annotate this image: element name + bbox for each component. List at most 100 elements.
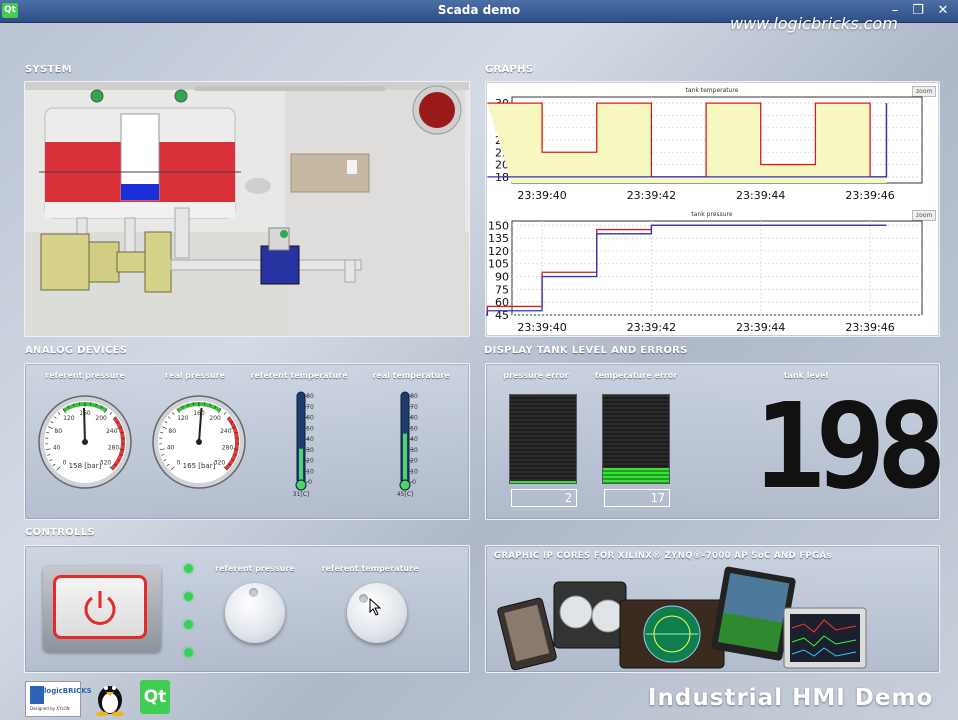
real-temperature-thermometer: 80 70 60 50 40 30 20 10 0 45[C] bbox=[397, 391, 418, 498]
pressure-chart-y-tick-label: 105 bbox=[488, 258, 509, 271]
temperature-error-label: temperature error bbox=[594, 371, 678, 380]
controls-panel: referent pressure referent temperature bbox=[24, 545, 470, 673]
temperature-chart-x-tick-label: 23:39:46 bbox=[845, 189, 894, 202]
logicbricks-logo-subtext: Designed by XYLON bbox=[30, 706, 70, 711]
real-pressure-label: real pressure bbox=[165, 371, 225, 380]
tank-valve-indicator bbox=[90, 89, 104, 103]
analog-section-title: ANALOG DEVICES bbox=[25, 345, 128, 356]
gauge-tick-label: 40 bbox=[167, 445, 175, 452]
thermometer-readout: 31[C] bbox=[293, 491, 310, 498]
logicbricks-logo: logicBRICKS Designed by XYLON bbox=[25, 681, 92, 717]
gauge-tick-label: 80 bbox=[168, 428, 176, 435]
maximize-button[interactable]: ❐ bbox=[907, 2, 929, 20]
pressure-chart-x-tick-label: 23:39:44 bbox=[736, 321, 785, 334]
analog-devices-panel: referent pressure real pressure referent… bbox=[24, 363, 470, 520]
temperature-chart-x-tick-label: 23:39:40 bbox=[517, 189, 566, 202]
promo-devices-image bbox=[497, 566, 867, 671]
demo-title: Industrial HMI Demo bbox=[648, 685, 934, 711]
temperature-error-value: 17 bbox=[604, 489, 670, 507]
thermometer-tick-label: 30 bbox=[410, 447, 418, 454]
gauge-tick-label: 240 bbox=[106, 428, 118, 435]
gauge-tick-label: 320 bbox=[214, 460, 226, 467]
pressure-chart-x-tick-label: 23:39:40 bbox=[517, 321, 566, 334]
pressure-chart-y-tick-label: 60 bbox=[495, 296, 509, 309]
thermometer-tick-label: 40 bbox=[410, 436, 418, 443]
pressure-chart-y-tick-label: 150 bbox=[488, 219, 509, 232]
pressure-error-label: pressure error bbox=[503, 371, 569, 380]
referent-temperature-thermometer: 80 70 60 50 40 30 20 10 0 31[C] bbox=[293, 391, 314, 498]
power-icon bbox=[84, 591, 116, 625]
tux-icon bbox=[96, 686, 124, 716]
thermometer-level bbox=[299, 448, 303, 482]
thermometer-tick-label: 40 bbox=[306, 436, 314, 443]
gauge-tick-label: 120 bbox=[177, 415, 189, 422]
graphs-section-title: GRAPHS bbox=[485, 64, 534, 75]
controls-section-title: CONTROLLS bbox=[25, 527, 95, 538]
gauge-hub bbox=[82, 439, 88, 445]
graphs-panel: tank temperature zoom tank pressure zoom… bbox=[485, 81, 940, 337]
status-led bbox=[184, 648, 193, 657]
pressure-chart-y-tick-label: 75 bbox=[495, 283, 509, 296]
gauge-tick-label: 80 bbox=[54, 428, 62, 435]
referent-pressure-knob[interactable] bbox=[225, 583, 285, 643]
thermometer-tick-label: 60 bbox=[306, 415, 314, 422]
thermometer-bulb bbox=[399, 479, 411, 491]
power-button[interactable] bbox=[43, 566, 161, 652]
thermometer-tick-label: 0 bbox=[412, 479, 416, 486]
gauge-tick-label: 280 bbox=[222, 445, 234, 452]
display-section-title: DISPLAY TANK LEVEL AND ERRORS bbox=[484, 345, 688, 356]
system-section-title: SYSTEM bbox=[25, 64, 73, 75]
gauge-needle bbox=[82, 407, 86, 443]
thermometer-tick-label: 30 bbox=[306, 447, 314, 454]
status-led bbox=[184, 564, 193, 573]
tank-valve-indicator bbox=[174, 89, 188, 103]
thermometer-tick-label: 50 bbox=[306, 425, 314, 432]
tank-level-display: 198 bbox=[754, 377, 947, 515]
referent-pressure-label: referent pressure bbox=[45, 371, 125, 380]
thermometer-tick-label: 20 bbox=[410, 458, 418, 465]
gauge-hub bbox=[196, 439, 202, 445]
pressure-chart-y-tick-label: 120 bbox=[488, 245, 509, 258]
alarm-light bbox=[419, 92, 455, 128]
thermometer-tick-label: 70 bbox=[306, 404, 314, 411]
logicbricks-logo-text: logicBRICKS bbox=[44, 687, 92, 695]
gauge-tick-label: 0 bbox=[63, 460, 67, 467]
gauge-readout: 158 [bar] bbox=[69, 462, 102, 470]
pressure-chart-y-tick-label: 90 bbox=[495, 271, 509, 284]
temperature-chart-x-tick-label: 23:39:44 bbox=[736, 189, 785, 202]
watermark-url: www.logicbricks.com bbox=[730, 14, 898, 33]
pump-motor bbox=[40, 233, 90, 291]
qt-logo: Qt bbox=[140, 680, 170, 714]
pressure-chart-x-tick-label: 23:39:42 bbox=[627, 321, 676, 334]
referent-temperature-knob-label: referent temperature bbox=[321, 564, 419, 573]
thermometer-tick-label: 80 bbox=[410, 393, 418, 400]
referent-temperature-label: referent temperature bbox=[250, 371, 348, 380]
gauge-tick-label: 200 bbox=[95, 415, 107, 422]
temperature-error-bar bbox=[602, 394, 670, 484]
gauge-tick-label: 280 bbox=[108, 445, 120, 452]
thermometer-tick-label: 10 bbox=[306, 468, 314, 475]
referent-pressure-gauge: 04080120160200240280320158 [bar] bbox=[38, 395, 132, 489]
gauge-tick-label: 240 bbox=[220, 428, 232, 435]
thermometer-level bbox=[403, 433, 407, 482]
status-led bbox=[184, 620, 193, 629]
pressure-error-bar bbox=[509, 394, 577, 484]
real-temperature-label: real temperature bbox=[372, 371, 450, 380]
thermometer-readout: 45[C] bbox=[397, 491, 414, 498]
pressure-chart-y-tick-label: 135 bbox=[488, 232, 509, 245]
gauge-tick-label: 160 bbox=[193, 410, 205, 417]
referent-pressure-knob-label: referent pressure bbox=[215, 564, 295, 573]
status-led bbox=[184, 592, 193, 601]
temperature-chart-x-tick-label: 23:39:42 bbox=[627, 189, 676, 202]
graphs-canvas: 3028262422201823:39:4023:39:4223:39:4423… bbox=[486, 96, 923, 334]
thermometer-tick-label: 10 bbox=[410, 468, 418, 475]
pressure-error-value: 2 bbox=[511, 489, 577, 507]
flow-meter bbox=[260, 245, 300, 285]
close-button[interactable]: ✕ bbox=[932, 2, 954, 20]
thermometer-tick-label: 20 bbox=[306, 458, 314, 465]
thermometer-tick-label: 0 bbox=[308, 479, 312, 486]
gauge-tick-label: 0 bbox=[177, 460, 181, 467]
gauge-tick-label: 120 bbox=[63, 415, 75, 422]
thermometer-tick-label: 70 bbox=[410, 404, 418, 411]
mouse-cursor-icon bbox=[369, 598, 382, 616]
